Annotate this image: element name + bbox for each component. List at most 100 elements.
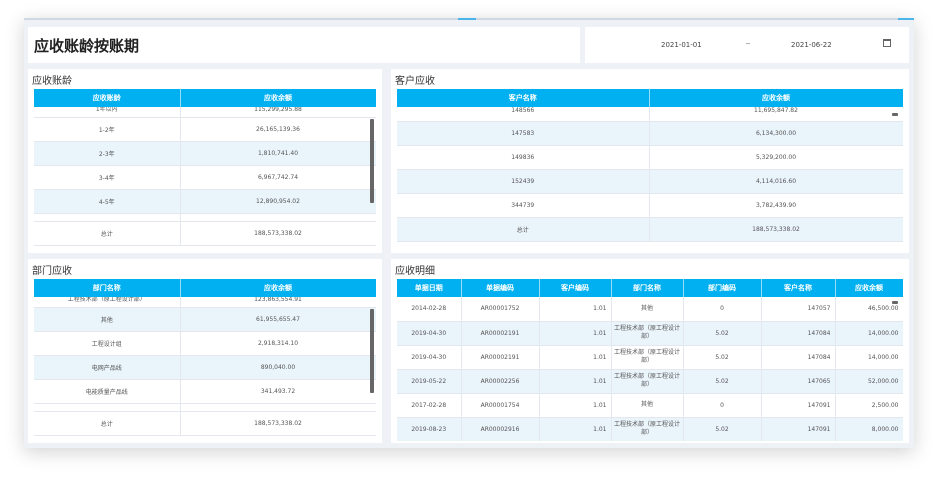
table-total-row: 总计 188,573,338.02	[34, 221, 376, 246]
customer-table: 客户名称 应收余额 148566 11,695,847.82 147583 6,13…	[397, 89, 903, 242]
table-cell: 147084	[761, 321, 836, 346]
aging-col-header[interactable]: 应收账龄	[34, 89, 181, 107]
table-row: 1年以内 115,299,295.88	[34, 107, 376, 118]
date-separator: ~	[745, 40, 751, 48]
table-row: 2-3年 1,810,741.40	[34, 141, 376, 166]
date-end[interactable]: 2021-06-22	[791, 41, 832, 49]
table-cell: 12,890,954.02	[180, 189, 376, 214]
table-row: 4-5年 12,890,954.02	[34, 189, 376, 214]
dept-panel: 部门应收 部门名称 应收余额 工程技术部（原工程设计部） 123,863,554.…	[28, 259, 382, 443]
table-cell: 341,493.72	[180, 379, 376, 404]
customer-panel: 客户应收 客户名称 应收余额 148566 11,695,847.82 14758…	[391, 69, 909, 253]
customer-col-header[interactable]: 客户名称	[397, 89, 650, 107]
detail-panel: 应收明细 单据日期 单据编码 客户编码 部门名称 部门编码 客户名称 应收余额 …	[391, 259, 909, 443]
table-cell: 1年以内	[34, 107, 181, 118]
table-cell: 其他	[611, 297, 684, 322]
table-cell: 11,695,847.82	[649, 107, 903, 122]
table-cell: 工程技术部（原工程设计部）	[611, 345, 684, 370]
table-cell: 6,967,742.74	[180, 165, 376, 190]
table-row: 149836 5,329,200.00	[397, 145, 903, 170]
calendar-icon[interactable]	[883, 39, 891, 47]
table-row: 工程技术部（原工程设计部） 123,863,554.91	[34, 297, 376, 308]
table-cell: 2017-02-28	[397, 393, 462, 418]
table-cell: 147057	[761, 297, 836, 322]
table-row: 2019-04-30 AR00002191 1.01 工程技术部（原工程设计部） 5.0…	[397, 345, 903, 370]
table-cell: 1.01	[539, 393, 612, 418]
top-accent-line	[24, 18, 914, 20]
total-label: 总计	[397, 217, 650, 242]
date-start[interactable]: 2021-01-01	[661, 41, 702, 49]
detail-col-header[interactable]: 部门编码	[683, 279, 762, 297]
table-cell: 147084	[761, 345, 836, 370]
table-row: 2014-02-28 AR00001752 1.01 其他 0 147057 46,500.…	[397, 297, 903, 322]
table-cell: 5.02	[683, 417, 762, 441]
table-row: 其他 61,955,655.47	[34, 307, 376, 332]
table-row: 1-2年 26,165,139.36	[34, 117, 376, 142]
table-cell: 2019-05-22	[397, 369, 462, 394]
table-cell: 147091	[761, 393, 836, 418]
aging-panel-title: 应收账龄	[32, 76, 72, 87]
detail-panel-title: 应收明细	[395, 266, 435, 277]
date-range-picker[interactable]: 2021-01-01 ~ 2021-06-22	[585, 27, 909, 63]
table-row: 电网产品线 890,040.00	[34, 355, 376, 380]
detail-scrollbar[interactable]	[892, 301, 898, 304]
top-accent-mark	[458, 18, 476, 20]
table-cell: 工程技术部（原工程设计部）	[611, 321, 684, 346]
table-cell: 工程技术部（原工程设计部）	[34, 297, 181, 308]
detail-col-header[interactable]: 部门名称	[611, 279, 684, 297]
dashboard-frame: 应收账龄按账期 2021-01-01 ~ 2021-06-22 应收账龄 应收账…	[24, 18, 914, 448]
table-cell: 147583	[397, 121, 650, 146]
dept-col-header[interactable]: 部门名称	[34, 279, 181, 297]
detail-col-header[interactable]: 客户名称	[761, 279, 836, 297]
table-row: 147583 6,134,300.00	[397, 121, 903, 146]
table-row: 148566 11,695,847.82	[397, 107, 903, 122]
table-cell: 1.01	[539, 345, 612, 370]
detail-col-header[interactable]: 单据编码	[461, 279, 540, 297]
table-cell: 4,114,016.60	[649, 169, 903, 194]
aging-scrollbar[interactable]	[370, 119, 374, 203]
aging-col-header[interactable]: 应收余额	[180, 89, 376, 107]
table-cell: 123,863,554.91	[180, 297, 376, 308]
table-spacer-row	[34, 403, 376, 412]
detail-col-header[interactable]: 应收余额	[835, 279, 903, 297]
table-cell: 电能质量产品线	[34, 379, 181, 404]
aging-table-viewport[interactable]: 应收账龄 应收余额 1年以内 115,299,295.88 1-2年 26,165,…	[34, 89, 376, 251]
table-cell: 2,500.00	[835, 393, 903, 418]
detail-col-header[interactable]: 单据日期	[397, 279, 462, 297]
table-cell: AR00001752	[461, 297, 540, 322]
table-cell: AR00001754	[461, 393, 540, 418]
customer-scrollbar[interactable]	[892, 113, 898, 116]
table-cell: 工程技术部（原工程设计部）	[611, 369, 684, 394]
aging-panel: 应收账龄 应收账龄 应收余额 1年以内 115,299,295.88 1-2年 26…	[28, 69, 382, 253]
table-row: 2019-05-22 AR00002256 1.01 工程技术部（原工程设计部） 5.0…	[397, 369, 903, 394]
table-cell	[34, 403, 181, 412]
table-row: 152439 4,114,016.60	[397, 169, 903, 194]
table-cell: 149836	[397, 145, 650, 170]
table-cell: 2019-04-30	[397, 321, 462, 346]
table-cell: 152439	[397, 169, 650, 194]
table-cell: 1.01	[539, 417, 612, 441]
table-cell: 6,134,300.00	[649, 121, 903, 146]
table-cell: 4-5年	[34, 189, 181, 214]
detail-col-header[interactable]: 客户编码	[539, 279, 612, 297]
table-cell: 3-4年	[34, 165, 181, 190]
dept-scrollbar[interactable]	[370, 309, 374, 393]
table-total-row: 总计 188,573,338.02	[34, 411, 376, 436]
table-cell: AR00002191	[461, 321, 540, 346]
table-cell: 2,918,314.10	[180, 331, 376, 356]
table-cell: 工程设计组	[34, 331, 181, 356]
customer-table-viewport[interactable]: 客户名称 应收余额 148566 11,695,847.82 147583 6,13…	[397, 89, 903, 251]
table-cell: 1-2年	[34, 117, 181, 142]
table-cell: 2014-02-28	[397, 297, 462, 322]
table-cell: 5.02	[683, 321, 762, 346]
top-accent-mark-right	[898, 18, 914, 20]
detail-table-viewport[interactable]: 单据日期 单据编码 客户编码 部门名称 部门编码 客户名称 应收余额 2014-…	[397, 279, 903, 441]
table-row: 电能质量产品线 341,493.72	[34, 379, 376, 404]
total-label: 总计	[34, 411, 181, 436]
customer-col-header[interactable]: 应收余额	[649, 89, 903, 107]
aging-table: 应收账龄 应收余额 1年以内 115,299,295.88 1-2年 26,165,…	[34, 89, 376, 246]
table-cell: 其他	[611, 393, 684, 418]
dept-table-viewport[interactable]: 部门名称 应收余额 工程技术部（原工程设计部） 123,863,554.91 其他…	[34, 279, 376, 441]
dept-col-header[interactable]: 应收余额	[180, 279, 376, 297]
table-cell: 2-3年	[34, 141, 181, 166]
